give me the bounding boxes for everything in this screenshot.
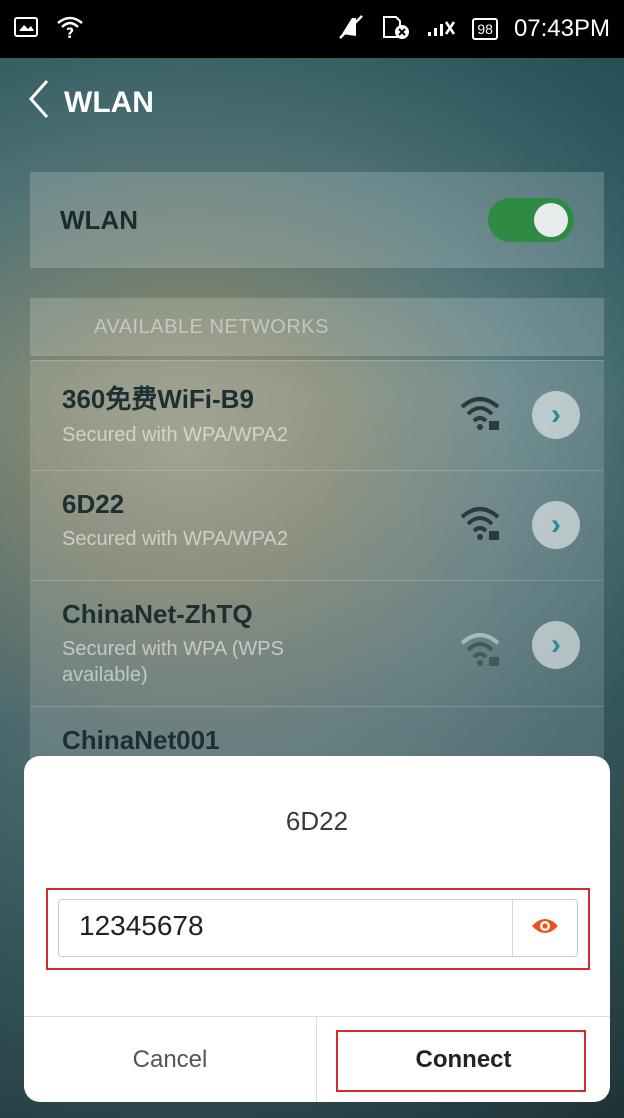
connect-dialog: 6D22 12345678 Cancel Connect (24, 756, 610, 1102)
wlan-label: WLAN (60, 204, 138, 235)
app-header: WLAN (0, 58, 624, 148)
network-security: Secured with WPA/WPA2 (62, 424, 288, 446)
dialog-title: 6D22 (285, 806, 349, 836)
eye-icon (530, 915, 560, 942)
signal-icon (426, 16, 456, 42)
screenshot-icon (14, 16, 38, 42)
wifi-lock-icon (458, 501, 502, 545)
connect-highlight (336, 1030, 586, 1092)
network-item[interactable]: 360免费WiFi-B9 Secured with WPA/WPA2 › (30, 360, 604, 470)
clock: 07:43PM (513, 15, 610, 42)
wlan-toggle-switch[interactable] (488, 198, 574, 242)
wlan-toggle-row[interactable]: WLAN (30, 172, 604, 268)
network-item[interactable]: 6D22 Secured with WPA/WPA2 › (30, 470, 604, 580)
cancel-button[interactable]: Cancel (24, 1017, 316, 1102)
password-value: 12345678 (79, 910, 204, 941)
toggle-knob (534, 203, 568, 237)
network-item[interactable]: ChinaNet-ZhTQ Secured with WPA (WPS avai… (30, 580, 604, 706)
page-title: WLAN (64, 86, 154, 119)
network-name: ChinaNet001 (62, 725, 220, 755)
network-details-button[interactable]: › (532, 621, 580, 669)
network-name: ChinaNet-ZhTQ (62, 599, 253, 629)
network-details-button[interactable]: › (532, 391, 580, 439)
status-bar: ? 98 07:43PM (0, 0, 624, 58)
wifi-lock-icon (458, 627, 502, 671)
wifi-lock-icon (458, 391, 502, 435)
network-security: Secured with WPA (WPS available) (62, 638, 284, 686)
show-password-button[interactable] (512, 900, 577, 956)
network-security: Secured with WPA/WPA2 (62, 528, 288, 550)
sim-error-icon (380, 14, 410, 44)
wifi-question-icon: ? (56, 14, 84, 44)
network-details-button[interactable]: › (532, 501, 580, 549)
password-field[interactable]: 12345678 (58, 899, 578, 957)
mute-icon (338, 14, 364, 44)
section-header: AVAILABLE NETWORKS (30, 298, 604, 356)
chevron-left-icon[interactable] (28, 79, 50, 127)
battery-indicator: 98 (472, 18, 498, 40)
svg-text:?: ? (66, 26, 74, 40)
